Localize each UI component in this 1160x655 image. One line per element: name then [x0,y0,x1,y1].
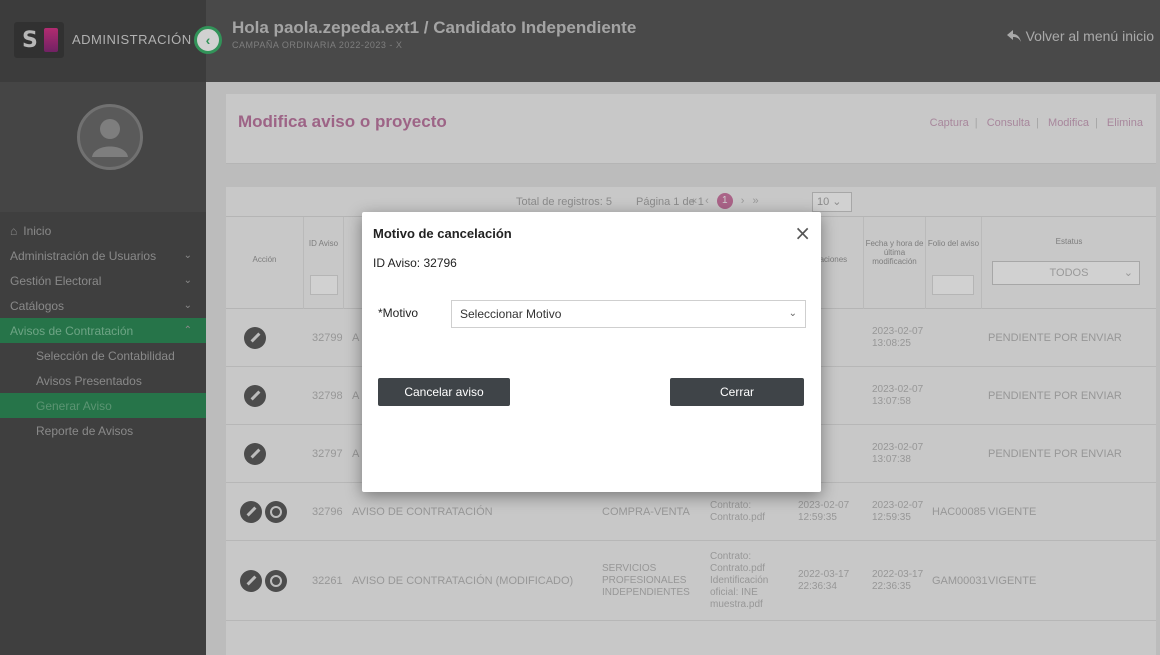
motivo-select[interactable]: Seleccionar Motivo ⌄ [451,300,806,328]
close-modal-button[interactable]: Cerrar [670,378,804,406]
close-icon[interactable]: × [794,221,811,245]
motivo-select-value: Seleccionar Motivo [460,307,562,321]
motivo-label: *Motivo [378,306,419,320]
cancel-aviso-button[interactable]: Cancelar aviso [378,378,510,406]
chevron-down-icon: ⌄ [788,308,797,319]
modal-title: Motivo de cancelación [373,226,512,241]
aviso-id-label: ID Aviso: 32796 [373,256,457,270]
cancel-reason-modal: Motivo de cancelación × ID Aviso: 32796 … [362,212,821,492]
